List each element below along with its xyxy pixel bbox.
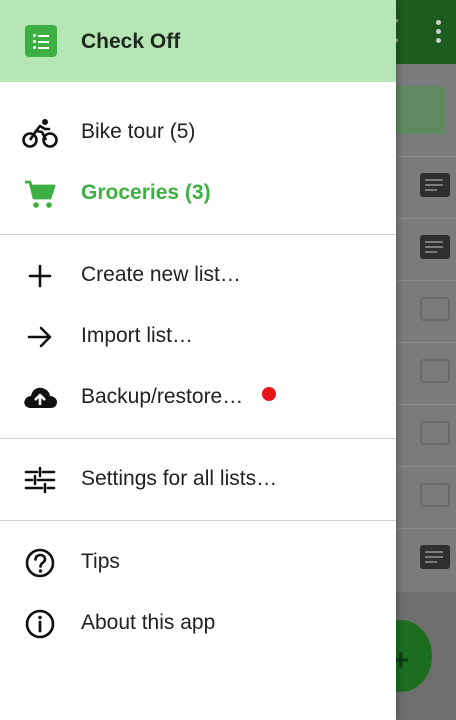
arrow-right-icon <box>22 321 58 353</box>
background-list-row <box>396 280 456 341</box>
info-circle-icon <box>22 608 58 640</box>
about-app-label: About this app <box>81 611 216 634</box>
sliders-icon <box>22 464 58 496</box>
comment-icon <box>420 235 450 259</box>
background-list-row <box>396 218 456 279</box>
create-new-list-item[interactable]: Create new list… <box>0 246 396 306</box>
notification-dot <box>262 387 276 401</box>
background-overflow-menu-icon <box>436 20 442 47</box>
import-list-item[interactable]: Import list… <box>0 307 396 367</box>
background-list-row <box>396 466 456 527</box>
comment-icon <box>420 545 450 569</box>
create-new-list-label: Create new list… <box>81 263 241 286</box>
background-list-row <box>396 342 456 403</box>
background-list-row <box>396 404 456 465</box>
comment-outline-icon <box>420 297 450 321</box>
settings-all-lists-item[interactable]: Settings for all lists… <box>0 450 396 510</box>
comment-outline-icon <box>420 483 450 507</box>
checklist-logo-icon <box>25 25 57 57</box>
shopping-cart-icon <box>22 178 58 210</box>
navigation-drawer: Check Off Bike tour (5) Groceries (3) Cr… <box>0 0 396 720</box>
import-list-label: Import list… <box>81 324 194 347</box>
backup-restore-label: Backup/restore… <box>81 385 244 408</box>
comment-outline-icon <box>420 421 450 445</box>
list-item-groceries[interactable]: Groceries (3) <box>0 164 396 224</box>
list-item-bike-tour[interactable]: Bike tour (5) <box>0 103 396 163</box>
tips-label: Tips <box>81 550 120 573</box>
plus-icon <box>22 260 58 292</box>
tips-item[interactable]: Tips <box>0 533 396 593</box>
list-item-label: Bike tour (5) <box>81 120 196 143</box>
divider <box>0 438 396 439</box>
drawer-header: Check Off <box>0 0 396 82</box>
comment-outline-icon <box>420 359 450 383</box>
background-list-row <box>396 528 456 589</box>
divider <box>0 234 396 235</box>
background-input-field <box>396 86 446 134</box>
divider <box>0 520 396 521</box>
settings-all-lists-label: Settings for all lists… <box>81 467 278 490</box>
bicycle-icon <box>22 117 58 149</box>
list-item-label: Groceries (3) <box>81 181 211 204</box>
background-list-row <box>396 156 456 217</box>
cloud-upload-icon <box>22 382 58 414</box>
app-title: Check Off <box>81 30 181 53</box>
backup-restore-item[interactable]: Backup/restore… <box>0 368 396 428</box>
help-circle-icon <box>22 547 58 579</box>
comment-icon <box>420 173 450 197</box>
about-app-item[interactable]: About this app <box>0 594 396 654</box>
